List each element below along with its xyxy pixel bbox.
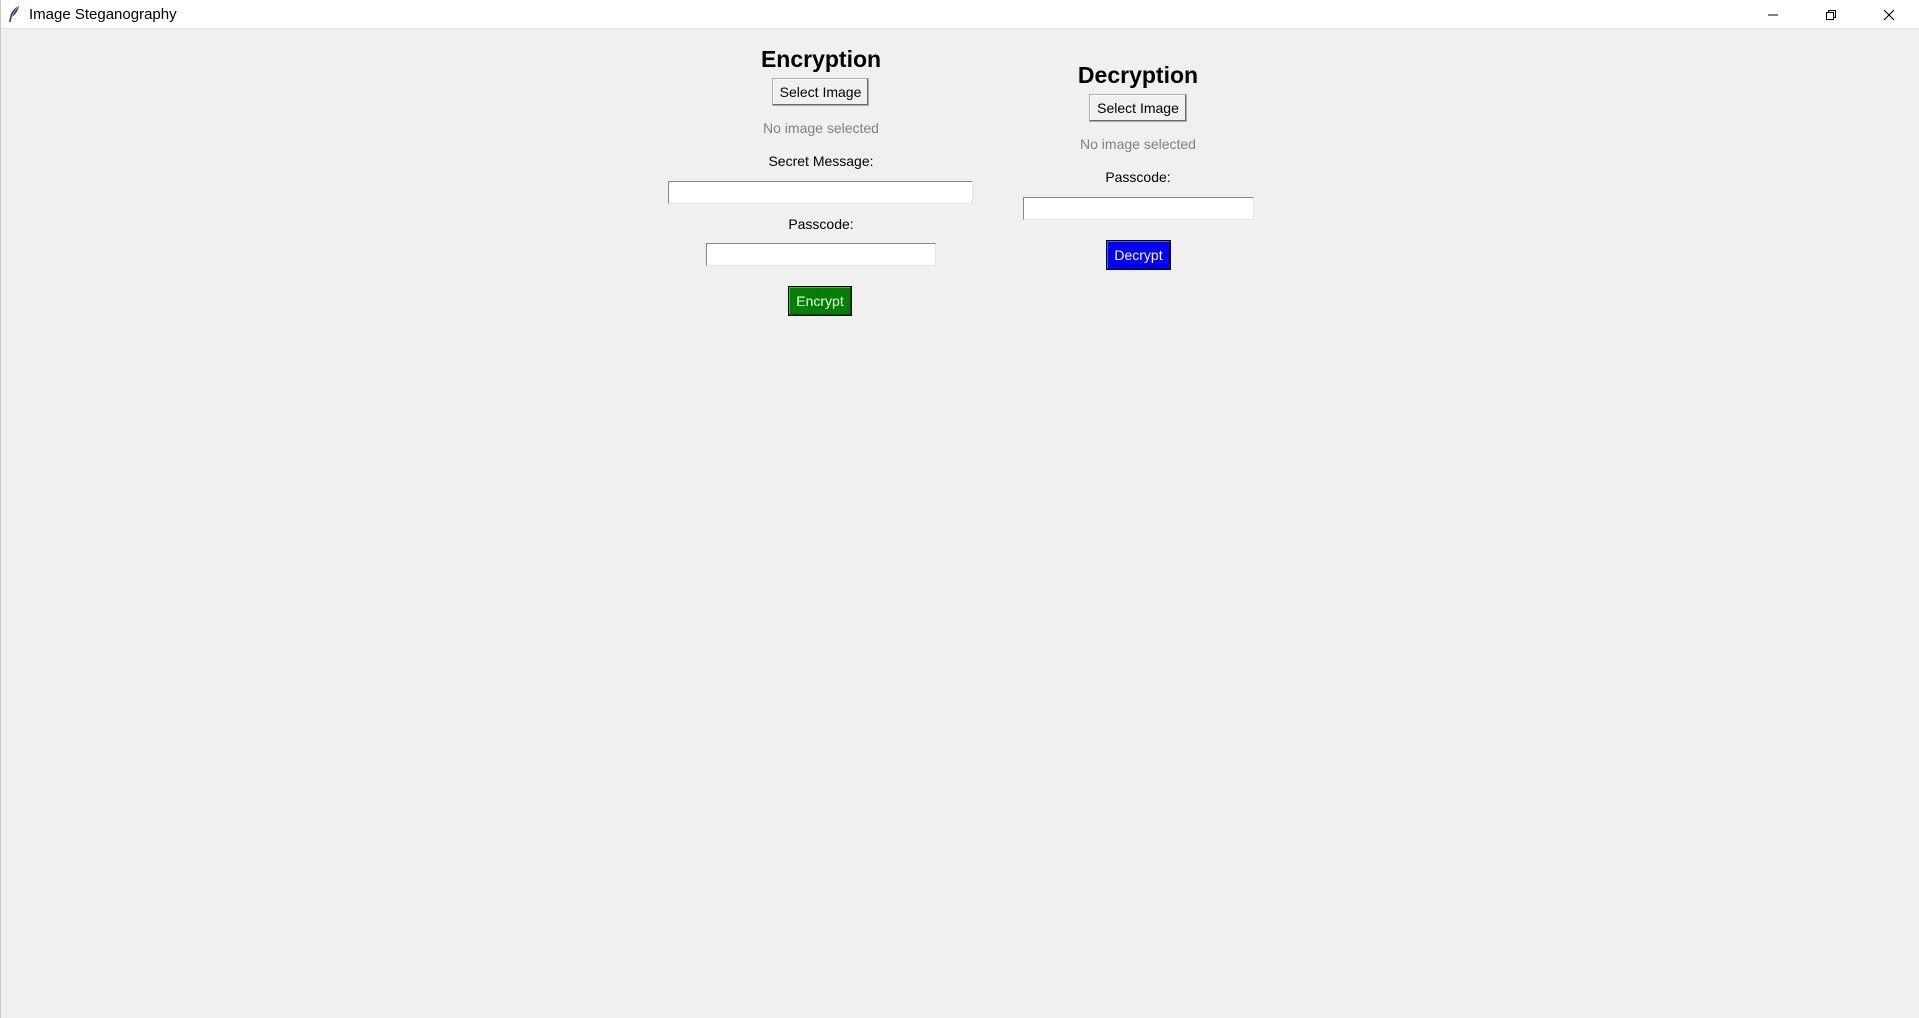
decryption-heading: Decryption [1077, 62, 1199, 88]
app-window: Image Steganography Encryption Select Im… [0, 0, 1919, 1018]
window-title: Image Steganography [29, 6, 177, 23]
decryption-passcode-input[interactable] [1023, 197, 1254, 220]
minimize-button[interactable] [1744, 0, 1802, 29]
encryption-select-image-button[interactable]: Select Image [772, 78, 869, 106]
decrypt-button[interactable]: Decrypt [1106, 240, 1171, 270]
restore-button[interactable] [1802, 0, 1860, 29]
encryption-heading: Encryption [760, 46, 882, 72]
encryption-image-status: No image selected [763, 120, 879, 136]
encrypt-button[interactable]: Encrypt [788, 286, 852, 316]
decryption-select-image-button[interactable]: Select Image [1089, 94, 1187, 122]
close-icon [1883, 9, 1895, 21]
close-button[interactable] [1860, 0, 1918, 29]
encryption-passcode-label: Passcode: [788, 216, 854, 232]
title-bar[interactable]: Image Steganography [1, 0, 1919, 29]
encryption-passcode-input[interactable] [706, 243, 936, 266]
minimize-icon [1767, 9, 1779, 21]
restore-icon [1825, 9, 1837, 21]
feather-icon [7, 5, 21, 23]
decryption-image-status: No image selected [1080, 136, 1196, 152]
secret-message-input[interactable] [668, 181, 973, 204]
decryption-passcode-label: Passcode: [1105, 169, 1171, 185]
secret-message-label: Secret Message: [768, 153, 874, 169]
